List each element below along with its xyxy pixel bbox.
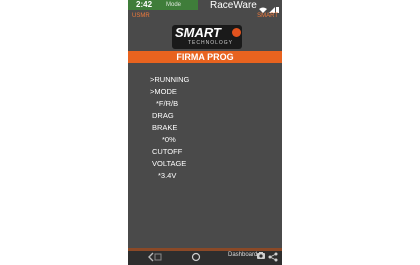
share-icon[interactable] [267, 252, 279, 262]
menu-item-drag[interactable]: DRAG [152, 111, 174, 120]
logo-word: SMART [175, 25, 221, 40]
status-mode: Mode [166, 2, 182, 8]
dashboard-label[interactable]: Dashboard [228, 251, 257, 259]
status-bar: 2:42 Mode [128, 0, 198, 10]
menu-item-mode-value[interactable]: *F/R/B [156, 99, 178, 108]
back-icon[interactable] [148, 252, 162, 262]
logo-badge-icon [232, 28, 241, 37]
menu-item-voltage[interactable]: VOLTAGE [152, 159, 186, 168]
menu-item-brake[interactable]: BRAKE [152, 123, 177, 132]
logo-subtitle: TECHNOLOGY [188, 40, 234, 46]
menu-item-brake-value[interactable]: *0% [162, 135, 176, 144]
menu-item-mode[interactable]: >MODE [150, 87, 177, 96]
menu-item-voltage-value[interactable]: *3.4V [158, 171, 176, 180]
app-title: RaceWare [210, 0, 257, 11]
page-title: FIRMA PROG [128, 51, 282, 63]
menu-item-running[interactable]: >RUNNING [150, 75, 189, 84]
header-right-subtitle: SMART [257, 13, 278, 19]
header-left-subtitle: USMR [132, 13, 150, 19]
status-time: 2:42 [136, 0, 153, 9]
menu-item-cutoff[interactable]: CUTOFF [152, 147, 182, 156]
camera-icon[interactable] [256, 251, 266, 260]
app-screen: 2:42 Mode RaceWare USMR SMART SMART TECH… [128, 0, 282, 265]
home-icon[interactable] [191, 252, 201, 262]
status-icons [258, 1, 280, 13]
